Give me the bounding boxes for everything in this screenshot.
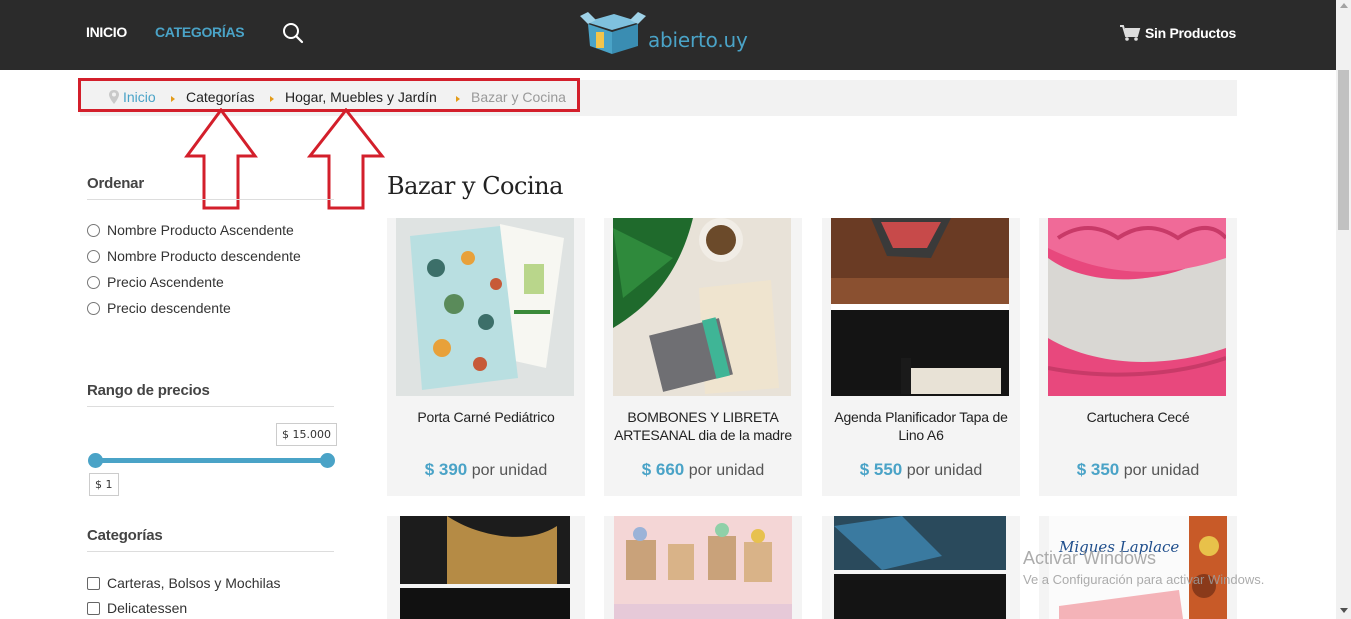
- divider: [87, 406, 334, 407]
- product-image: [1048, 218, 1226, 396]
- product-card[interactable]: Cartuchera Cecé $ 350 por unidad: [1039, 218, 1237, 496]
- product-card[interactable]: BOMBONES Y LIBRETA ARTESANAL dia de la m…: [604, 218, 802, 496]
- product-name: Porta Carné Pediátrico: [417, 409, 555, 425]
- annotation-up-arrow-icon: [307, 108, 385, 210]
- price-unit: por unidad: [471, 462, 548, 479]
- product-image: [613, 218, 791, 396]
- product-image: [396, 218, 574, 396]
- product-name: Agenda Planificador Tapa de Lino A6: [834, 409, 1008, 443]
- search-icon[interactable]: [282, 22, 304, 44]
- cart-label: Sin Productos: [1145, 25, 1236, 41]
- sort-option-label: Precio Ascendente: [107, 274, 224, 290]
- checkbox[interactable]: [87, 576, 100, 590]
- product-card[interactable]: [822, 516, 1020, 619]
- product-card[interactable]: [387, 516, 585, 619]
- price-unit: por unidad: [688, 462, 765, 479]
- sort-option-price-asc[interactable]: Precio Ascendente: [87, 274, 224, 290]
- price-slider-max-handle[interactable]: [320, 453, 335, 468]
- category-label: Delicatessen: [107, 600, 188, 616]
- annotation-up-arrow-icon: [184, 108, 258, 210]
- radio-button[interactable]: [87, 301, 100, 315]
- product-price: $ 660: [641, 460, 685, 479]
- category-label: Carteras, Bolsos y Mochilas: [107, 575, 281, 591]
- top-navbar: INICIO CATEGORÍAS abierto.uy Sin Product…: [0, 0, 1336, 70]
- product-price: $ 390: [424, 460, 468, 479]
- watermark-subtitle: Ve a Configuración para activar Windows.: [1023, 572, 1265, 587]
- page-title: Bazar y Cocina: [387, 172, 563, 200]
- price-slider-min-handle[interactable]: [88, 453, 103, 468]
- category-filter-delicatessen[interactable]: Delicatessen: [87, 600, 187, 616]
- cart-button[interactable]: Sin Productos: [1119, 22, 1236, 44]
- product-price: $ 350: [1076, 460, 1120, 479]
- sort-option-name-asc[interactable]: Nombre Producto Ascendente: [87, 222, 294, 238]
- box-logo-icon: [580, 12, 646, 54]
- scroll-down-arrow-icon[interactable]: [1340, 608, 1348, 613]
- radio-button[interactable]: [87, 275, 100, 289]
- product-name: BOMBONES Y LIBRETA ARTESANAL dia de la m…: [614, 409, 792, 443]
- product-price: $ 550: [859, 460, 903, 479]
- product-image: [822, 516, 1020, 619]
- divider: [87, 199, 334, 200]
- windows-activation-watermark: Activar Windows Ve a Configuración para …: [1023, 548, 1264, 587]
- category-filter-bags[interactable]: Carteras, Bolsos y Mochilas: [87, 575, 281, 591]
- sort-option-label: Nombre Producto descendente: [107, 248, 301, 264]
- price-max-value: $ 15.000: [276, 423, 337, 446]
- product-name: Cartuchera Cecé: [1086, 409, 1190, 425]
- watermark-title: Activar Windows: [1023, 548, 1157, 568]
- product-image: [831, 218, 1009, 396]
- product-price-row: $ 350 por unidad: [1039, 460, 1237, 480]
- sort-option-name-desc[interactable]: Nombre Producto descendente: [87, 248, 301, 264]
- price-range-title: Rango de precios: [87, 382, 210, 399]
- price-slider-track[interactable]: [96, 458, 327, 463]
- product-card[interactable]: [604, 516, 802, 619]
- page-scrollbar[interactable]: [1336, 0, 1351, 619]
- radio-button[interactable]: [87, 223, 100, 237]
- nav-home-link[interactable]: INICIO: [86, 24, 127, 40]
- product-image: [604, 516, 802, 619]
- price-min-value: $ 1: [89, 473, 119, 496]
- cart-icon: [1120, 25, 1141, 41]
- categories-title: Categorías: [87, 527, 163, 544]
- sort-option-label: Nombre Producto Ascendente: [107, 222, 294, 238]
- scroll-thumb[interactable]: [1338, 70, 1349, 230]
- price-unit: por unidad: [1123, 462, 1200, 479]
- annotation-highlight-box: [78, 78, 580, 112]
- product-card[interactable]: Agenda Planificador Tapa de Lino A6 $ 55…: [822, 218, 1020, 496]
- logo-text: abierto.uy: [648, 28, 748, 52]
- product-image: [387, 516, 585, 619]
- sort-title: Ordenar: [87, 175, 144, 192]
- scroll-up-arrow-icon[interactable]: [1340, 3, 1348, 8]
- checkbox[interactable]: [87, 601, 100, 615]
- radio-button[interactable]: [87, 249, 100, 263]
- product-price-row: $ 660 por unidad: [604, 460, 802, 480]
- sort-option-price-desc[interactable]: Precio descendente: [87, 300, 231, 316]
- nav-categories-link[interactable]: CATEGORÍAS: [155, 24, 245, 40]
- site-logo[interactable]: abierto.uy: [578, 8, 758, 58]
- product-card[interactable]: Porta Carné Pediátrico $ 390 por unidad: [387, 218, 585, 496]
- product-price-row: $ 390 por unidad: [387, 460, 585, 480]
- price-unit: por unidad: [906, 462, 983, 479]
- divider: [87, 551, 334, 552]
- product-price-row: $ 550 por unidad: [822, 460, 1020, 480]
- sort-option-label: Precio descendente: [107, 300, 231, 316]
